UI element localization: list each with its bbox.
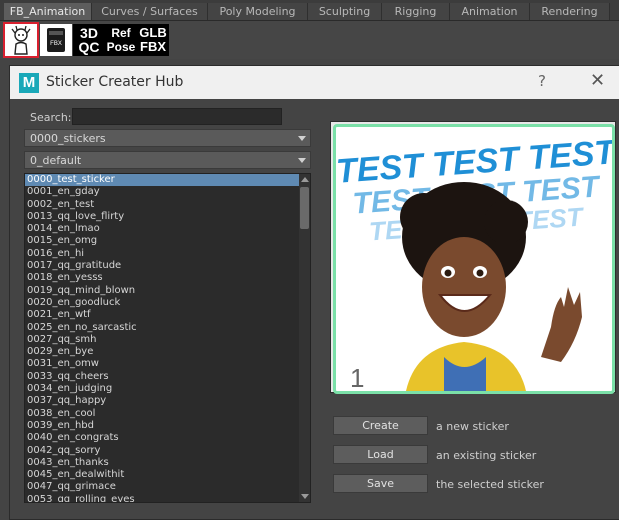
- window-titlebar[interactable]: M Sticker Creater Hub ? ✕: [10, 66, 619, 99]
- tab-sculpting[interactable]: Sculpting: [308, 3, 382, 20]
- sticker-list-item[interactable]: 0042_qq_sorry: [25, 445, 310, 457]
- create-button[interactable]: Create: [333, 416, 428, 435]
- sticker-list-item[interactable]: 0025_en_no_sarcastic: [25, 322, 310, 334]
- sticker-list-item[interactable]: 0016_en_hi: [25, 248, 310, 260]
- sticker-list-item[interactable]: 0027_qq_smh: [25, 334, 310, 346]
- sticker-list-item[interactable]: 0034_en_judging: [25, 383, 310, 395]
- tab-fb-animation[interactable]: FB_Animation: [4, 3, 92, 20]
- sticker-list-item[interactable]: 0043_en_thanks: [25, 457, 310, 469]
- refpose-line1: Ref: [111, 26, 131, 40]
- save-button[interactable]: Save: [333, 474, 428, 493]
- scroll-up-icon[interactable]: [301, 177, 309, 182]
- list-scrollbar[interactable]: [299, 174, 310, 502]
- glb-fbx-shelf-button[interactable]: GLB FBX: [137, 24, 169, 56]
- search-input[interactable]: [72, 108, 282, 125]
- sticker-list-item[interactable]: 0000_test_sticker: [25, 174, 310, 187]
- maya-logo-icon: M: [19, 73, 39, 93]
- sticker-list-item[interactable]: 0021_en_wtf: [25, 309, 310, 321]
- sticker-list-item[interactable]: 0020_en_goodluck: [25, 297, 310, 309]
- help-button[interactable]: ?: [538, 72, 546, 90]
- qc-line1: 3D: [80, 25, 98, 41]
- chevron-down-icon: [294, 130, 310, 146]
- sticker-hub-shelf-button[interactable]: [3, 22, 39, 58]
- sticker-pack-dropdown[interactable]: 0000_stickers: [24, 129, 311, 147]
- window-title: Sticker Creater Hub: [46, 74, 184, 90]
- variant-value: 0_default: [30, 154, 82, 167]
- glbfbx-line2: FBX: [140, 39, 166, 54]
- sticker-list-item[interactable]: 0040_en_congrats: [25, 432, 310, 444]
- shelf: FBX 3D QC Ref Pose GLB FBX: [0, 21, 619, 59]
- tab-animation[interactable]: Animation: [450, 3, 530, 20]
- shelf-tab-bar: FB_Animation Curves / Surfaces Poly Mode…: [0, 0, 619, 21]
- sticker-list-item[interactable]: 0037_qq_happy: [25, 395, 310, 407]
- sticker-list-item[interactable]: 0018_en_yesss: [25, 272, 310, 284]
- sticker-hub-window: M Sticker Creater Hub ? ✕ Search: 0000_s…: [9, 65, 619, 520]
- refpose-line2: Pose: [106, 40, 136, 54]
- sticker-list-item[interactable]: 0047_qq_grimace: [25, 481, 310, 493]
- sticker-list-item[interactable]: 0014_en_lmao: [25, 223, 310, 235]
- variant-dropdown[interactable]: 0_default: [24, 151, 311, 169]
- preview-number: 1: [350, 363, 365, 393]
- scroll-thumb[interactable]: [300, 187, 309, 229]
- tab-rendering[interactable]: Rendering: [530, 3, 610, 20]
- sticker-list-item[interactable]: 0029_en_bye: [25, 346, 310, 358]
- sticker-preview-image: TEST TEST TEST TEST TEST TEST TEST TEST …: [336, 133, 612, 391]
- sticker-list-item[interactable]: 0033_qq_cheers: [25, 371, 310, 383]
- tab-poly-modeling[interactable]: Poly Modeling: [208, 3, 308, 20]
- qc-line2: QC: [78, 39, 100, 55]
- scroll-down-icon[interactable]: [301, 494, 309, 499]
- close-button[interactable]: ✕: [590, 70, 605, 91]
- sticker-list-item[interactable]: 0039_en_hbd: [25, 420, 310, 432]
- sticker-list-item[interactable]: 0017_qq_gratitude: [25, 260, 310, 272]
- glbfbx-line1: GLB: [139, 25, 167, 40]
- sticker-list[interactable]: 0000_test_sticker 0001_en_gday 0002_en_tes…: [24, 173, 311, 503]
- sticker-list-item[interactable]: 0001_en_gday: [25, 186, 310, 198]
- load-description: an existing sticker: [436, 449, 537, 462]
- sticker-list-item[interactable]: 0045_en_dealwithit: [25, 469, 310, 481]
- fbx-export-shelf-button[interactable]: FBX: [40, 24, 72, 56]
- sticker-character-icon: [11, 25, 31, 55]
- chevron-down-icon: [294, 152, 310, 168]
- save-description: the selected sticker: [436, 478, 544, 491]
- sticker-pack-value: 0000_stickers: [30, 132, 106, 145]
- sticker-list-item[interactable]: 0038_en_cool: [25, 408, 310, 420]
- ref-pose-shelf-button[interactable]: Ref Pose: [105, 24, 137, 56]
- load-button[interactable]: Load: [333, 445, 428, 464]
- sticker-preview-frame: TEST TEST TEST TEST TEST TEST TEST TEST …: [333, 124, 615, 394]
- create-description: a new sticker: [436, 420, 509, 433]
- sticker-list-item[interactable]: 0013_qq_love_flirty: [25, 211, 310, 223]
- sticker-preview: TEST TEST TEST TEST TEST TEST TEST TEST …: [330, 121, 616, 394]
- sticker-list-item[interactable]: 0019_qq_mind_blown: [25, 285, 310, 297]
- tab-curves-surfaces[interactable]: Curves / Surfaces: [92, 3, 208, 20]
- sticker-list-item[interactable]: 0015_en_omg: [25, 235, 310, 247]
- sticker-list-item[interactable]: 0002_en_test: [25, 199, 310, 211]
- svg-text:FBX: FBX: [50, 41, 62, 47]
- sticker-list-item[interactable]: 0031_en_omw: [25, 358, 310, 370]
- search-label: Search:: [30, 111, 72, 124]
- qc-3d-shelf-button[interactable]: 3D QC: [73, 24, 105, 56]
- tab-rigging[interactable]: Rigging: [382, 3, 450, 20]
- fbx-file-icon: FBX: [47, 28, 65, 52]
- sticker-list-item[interactable]: 0053_qq_rolling_eyes: [25, 494, 310, 502]
